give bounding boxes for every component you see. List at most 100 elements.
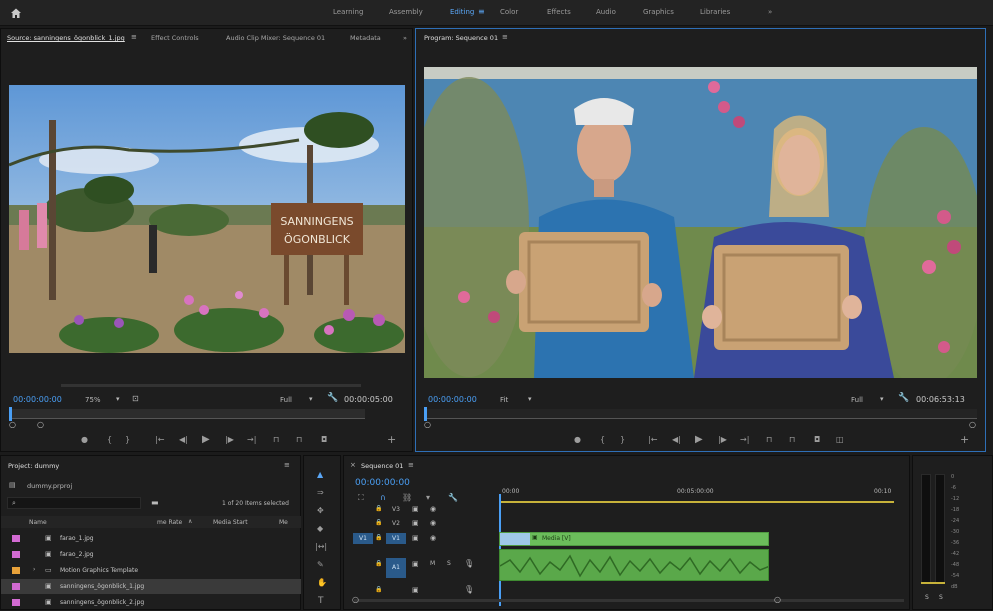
mark-in-icon[interactable]: {	[107, 435, 112, 445]
tabs-overflow-icon[interactable]: »	[403, 34, 407, 42]
scroll-handle-end[interactable]: ○	[774, 595, 781, 604]
source-timecode[interactable]: 00:00:00:00	[13, 395, 62, 404]
extract-icon[interactable]: ⊓	[789, 435, 795, 445]
program-zoom-select[interactable]: Fit	[500, 396, 508, 404]
program-timecode[interactable]: 00:00:00:00	[428, 395, 477, 404]
workspace-effects[interactable]: Effects	[547, 8, 571, 16]
track-select-tool-icon[interactable]: ⇒	[317, 488, 324, 498]
play-icon[interactable]: ▶	[695, 435, 703, 445]
timeline-timecode[interactable]: 00:00:00:00	[355, 478, 410, 488]
type-tool-icon[interactable]: T	[318, 596, 324, 606]
label-color-swatch[interactable]	[12, 599, 20, 606]
add-marker-icon[interactable]: ●	[81, 435, 88, 445]
column-frame-rate[interactable]: me Rate	[157, 519, 182, 526]
new-bin-icon[interactable]: ▬	[151, 498, 159, 507]
column-media-start[interactable]: Media Start	[213, 519, 248, 526]
video-clip[interactable]: ▣ Media [V]	[499, 532, 769, 546]
program-scroll-handle-end[interactable]: ○	[969, 420, 976, 429]
wrench-icon[interactable]: 🔧	[898, 393, 909, 403]
label-color-swatch[interactable]	[12, 567, 20, 574]
track-label[interactable]: V3	[392, 506, 400, 513]
step-back-icon[interactable]: ◀|	[672, 435, 681, 445]
sync-lock-icon[interactable]: ▣	[412, 534, 419, 542]
chevron-right-icon[interactable]: ›	[33, 566, 35, 573]
play-icon[interactable]: ▶	[202, 435, 210, 445]
lock-icon[interactable]: 🔒	[375, 519, 382, 526]
panel-menu-icon[interactable]: ≡	[502, 33, 508, 41]
playhead[interactable]	[424, 407, 427, 421]
sync-lock-icon[interactable]: ▣	[412, 519, 419, 527]
home-icon[interactable]	[10, 7, 22, 19]
settings-icon[interactable]: ⊡	[132, 394, 139, 403]
mute-button[interactable]: M	[430, 560, 435, 567]
workspace-graphics[interactable]: Graphics	[643, 8, 674, 16]
go-to-out-icon[interactable]: →|	[740, 435, 749, 445]
workspace-color[interactable]: Color	[500, 8, 518, 16]
close-icon[interactable]: ×	[350, 461, 356, 469]
razor-tool-icon[interactable]: ◆	[317, 524, 323, 534]
step-forward-icon[interactable]: |▶	[718, 435, 727, 445]
workspace-assembly[interactable]: Assembly	[389, 8, 423, 16]
mark-in-icon[interactable]: {	[600, 435, 605, 445]
snap-icon[interactable]: ∩	[380, 493, 386, 503]
workspace-editing[interactable]: Editing	[450, 8, 474, 16]
microphone-icon[interactable]: 🎙	[464, 585, 474, 594]
list-item[interactable]: › ▭ Motion Graphics Template	[1, 563, 301, 578]
column-media-end[interactable]: Me	[279, 519, 288, 526]
lock-icon[interactable]: 🔒	[375, 586, 382, 593]
go-to-in-icon[interactable]: |←	[648, 435, 657, 445]
program-scroll-handle[interactable]: ○	[424, 420, 431, 429]
workspace-overflow-icon[interactable]: »	[768, 8, 772, 16]
go-to-in-icon[interactable]: |←	[155, 435, 164, 445]
mark-out-icon[interactable]: }	[620, 435, 625, 445]
program-time-ruler[interactable]	[424, 409, 977, 419]
timeline-title[interactable]: Sequence 01	[361, 462, 403, 470]
timeline-settings-icon[interactable]: 🔧	[448, 493, 458, 503]
step-back-icon[interactable]: ◀|	[179, 435, 188, 445]
lock-icon[interactable]: 🔒	[375, 560, 382, 567]
list-item[interactable]: ▣ farao_2.jpg	[1, 547, 301, 562]
workspace-learning[interactable]: Learning	[333, 8, 363, 16]
source-patch-v1[interactable]: V1	[353, 533, 373, 544]
add-button-icon[interactable]: +	[387, 434, 396, 445]
audio-clip[interactable]	[499, 549, 769, 581]
source-zoom-select[interactable]: 75%	[85, 396, 101, 404]
list-item[interactable]: ▣ sanningens_ögonblick_1.jpg	[1, 579, 301, 594]
wrench-icon[interactable]: 🔧	[327, 393, 338, 403]
workspace-libraries[interactable]: Libraries	[700, 8, 730, 16]
column-name[interactable]: Name	[29, 519, 47, 526]
pen-tool-icon[interactable]: ✎	[317, 560, 324, 570]
sync-lock-icon[interactable]: ▣	[412, 505, 419, 513]
work-area-bar[interactable]	[499, 501, 894, 503]
add-marker-icon[interactable]: ●	[574, 435, 581, 445]
mark-out-icon[interactable]: }	[125, 435, 130, 445]
sort-ascending-icon[interactable]: ∧	[188, 518, 192, 525]
export-frame-icon[interactable]: ◘	[321, 435, 327, 445]
workspace-audio[interactable]: Audio	[596, 8, 616, 16]
program-quality-select[interactable]: Full	[851, 396, 863, 404]
tab-program[interactable]: Program: Sequence 01	[424, 34, 498, 42]
insert-icon[interactable]: ⊓	[273, 435, 279, 445]
add-button-icon[interactable]: +	[960, 434, 969, 445]
linked-selection-icon[interactable]: ⛓	[402, 493, 412, 503]
export-frame-icon[interactable]: ◘	[814, 435, 820, 445]
tab-metadata[interactable]: Metadata	[350, 34, 381, 42]
eye-icon[interactable]: ◉	[430, 534, 436, 542]
ripple-edit-tool-icon[interactable]: ✥	[317, 506, 324, 516]
eye-icon[interactable]: ◉	[430, 519, 436, 527]
overwrite-icon[interactable]: ⊓	[296, 435, 302, 445]
playhead[interactable]	[9, 407, 12, 421]
track-label[interactable]: V1	[386, 533, 406, 544]
step-forward-icon[interactable]: |▶	[225, 435, 234, 445]
scroll-handle-start[interactable]: ○	[352, 595, 359, 604]
tab-audio-clip-mixer[interactable]: Audio Clip Mixer: Sequence 01	[226, 34, 325, 42]
add-marker-icon[interactable]: ▾	[426, 493, 430, 503]
lock-icon[interactable]: 🔒	[375, 505, 382, 512]
workspace-menu-icon[interactable]: ≡	[478, 7, 485, 16]
source-quality-select[interactable]: Full	[280, 396, 292, 404]
label-color-swatch[interactable]	[12, 551, 20, 558]
track-label[interactable]: A1	[386, 558, 406, 578]
solo-left-button[interactable]: S	[925, 594, 929, 601]
solo-button[interactable]: S	[447, 560, 451, 567]
timeline-scrollbar[interactable]	[354, 599, 904, 602]
